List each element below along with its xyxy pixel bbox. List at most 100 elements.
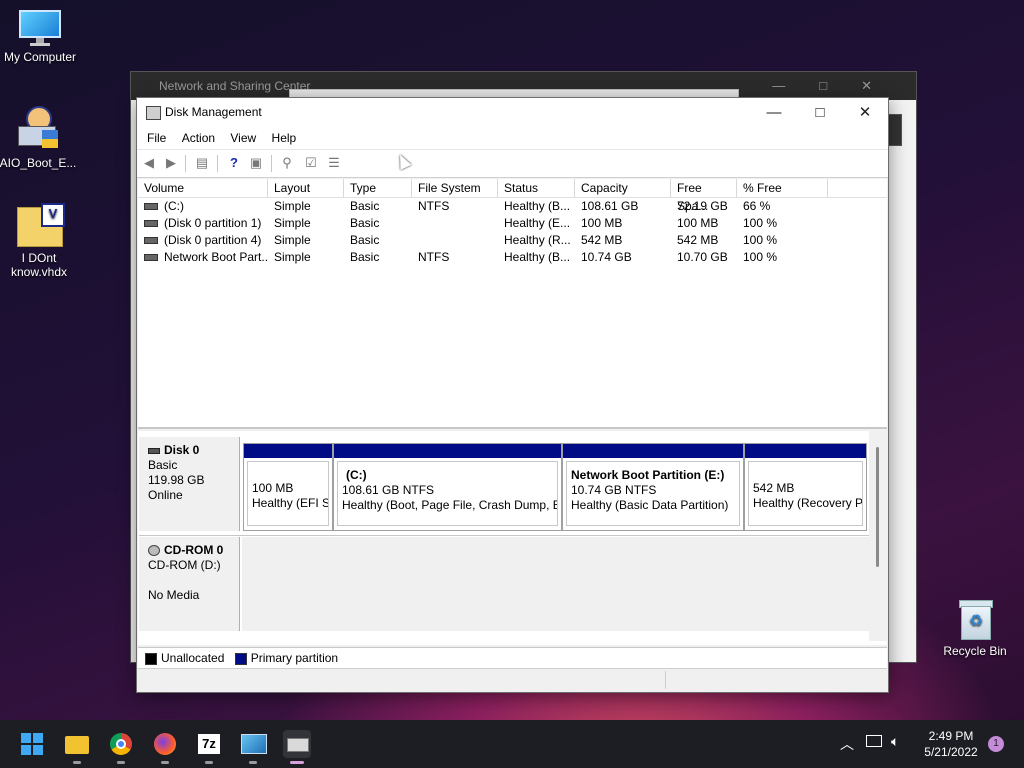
cell-text: 100 %	[743, 216, 778, 230]
cell-text: 542 MB	[677, 233, 719, 247]
column-header-file-system[interactable]: File System	[412, 179, 498, 197]
partition-status: Healthy (Basic Data Partition)	[571, 498, 729, 512]
cdrom-0-drive: CD-ROM (D:)	[148, 558, 221, 572]
graph-vertical-scrollbar[interactable]	[869, 431, 887, 641]
disk-management-icon[interactable]	[283, 730, 311, 758]
7zip-icon[interactable]: 7z	[195, 730, 223, 758]
connect-icon[interactable]: ⚲	[279, 155, 295, 171]
scrollbar-thumb[interactable]	[876, 447, 879, 567]
show-hide-console-tree-icon[interactable]: ▤	[194, 155, 210, 171]
start-icon[interactable]	[18, 730, 46, 758]
menu-file[interactable]: File	[141, 127, 172, 145]
status-bar-pane	[138, 671, 666, 689]
cell-free-space: 10.70 GB	[671, 249, 737, 266]
primary-partition-band	[334, 444, 561, 458]
background-window-controls[interactable]: —□✕	[772, 72, 906, 100]
cell-text: Simple	[274, 216, 311, 230]
cell-status: Healthy (B...	[498, 198, 575, 215]
cell-volume: Network Boot Part...	[138, 249, 268, 266]
control-panel-icon[interactable]	[239, 730, 267, 758]
cell-text: NTFS	[418, 199, 450, 213]
cell-free-space: 100 MB	[671, 215, 737, 232]
minimize-button[interactable]: —	[751, 98, 797, 127]
help-icon[interactable]: ?	[226, 155, 242, 171]
column-header-type[interactable]: Type	[344, 179, 412, 197]
settings-list-icon[interactable]: ☰	[326, 155, 342, 171]
column-header-percent-free[interactable]: % Free	[737, 179, 828, 197]
checklist-icon[interactable]: ☑	[303, 155, 319, 171]
column-header-free-space[interactable]: Free Spa...	[671, 179, 737, 213]
volume-list-header: Volume Layout Type File System Status Ca…	[138, 179, 887, 213]
menu-action[interactable]: Action	[176, 127, 221, 145]
menu-help[interactable]: Help	[266, 127, 303, 145]
notification-badge[interactable]: 1	[988, 736, 1004, 752]
disk-0-label[interactable]: Disk 0 Basic 119.98 GB Online	[139, 437, 240, 531]
disk-0-size: 119.98 GB	[148, 473, 205, 487]
volume-rows: (C:) Simple Basic NTFS Healthy (B... 108.61 G…	[138, 198, 887, 266]
cell-file-system: NTFS	[412, 249, 498, 266]
partition-recovery[interactable]: 542 MB Healthy (Recovery Pa	[744, 443, 867, 531]
maximize-button[interactable]: □	[797, 98, 843, 127]
cell-text: Healthy (R...	[504, 233, 571, 247]
cdrom-0-label[interactable]: CD-ROM 0 CD-ROM (D:) No Media	[139, 537, 240, 631]
partition-size: 10.74 GB NTFS	[571, 483, 657, 497]
cell-free-space: 542 MB	[671, 232, 737, 249]
recycle-bin-icon: ♻	[957, 598, 993, 640]
volume-icon[interactable]: 🔈︎	[891, 733, 899, 750]
partition-c[interactable]: (C:) 108.61 GB NTFS Healthy (Boot, Page …	[333, 443, 562, 531]
cell-text: Network Boot Part...	[164, 250, 268, 264]
menu-bar: File Action View Help	[137, 127, 888, 149]
primary-partition-band	[563, 444, 743, 458]
cell-status: Healthy (B...	[498, 249, 575, 266]
desktop-icon-aio-boot[interactable]: AIO_Boot_E...	[0, 106, 78, 170]
desktop-icon-my-computer[interactable]: My Computer	[0, 10, 80, 64]
show-hidden-icons-chevron-icon[interactable]: ︿	[840, 734, 854, 754]
toolbar: ◀ ▶ ▤ ? ▣ ⚲ ☑ ☰	[137, 149, 888, 178]
firefox-icon[interactable]	[151, 730, 179, 758]
cell-percent-free: 66 %	[737, 198, 828, 215]
table-row[interactable]: (Disk 0 partition 4) Simple Basic Healthy (…	[138, 232, 887, 249]
title-bar[interactable]: Disk Management — □ ✕	[137, 98, 888, 127]
disk-management-window[interactable]: Disk Management — □ ✕ File Action View H…	[136, 97, 889, 693]
file-explorer-icon[interactable]	[63, 730, 91, 758]
partition-efi-details: 100 MB Healthy (EFI Sy	[247, 461, 329, 526]
column-header-layout[interactable]: Layout	[268, 179, 344, 197]
volume-icon	[144, 254, 158, 262]
back-arrow-icon[interactable]: ◀	[141, 155, 157, 171]
cell-layout: Simple	[268, 232, 344, 249]
close-button[interactable]: ✕	[842, 98, 888, 127]
cell-text: Simple	[274, 233, 311, 247]
notification-count: 1	[993, 738, 999, 749]
table-row[interactable]: Network Boot Part... Simple Basic NTFS Healt…	[138, 249, 887, 266]
partition-network-boot[interactable]: Network Boot Partition (E:) 10.74 GB NTF…	[562, 443, 744, 531]
column-header-volume[interactable]: Volume	[138, 179, 268, 197]
desktop-icon-label: AIO_Boot_E...	[0, 156, 77, 170]
partition-efi[interactable]: 100 MB Healthy (EFI Sy	[243, 443, 333, 531]
toolbar-separator	[217, 155, 218, 172]
disk-row-divider	[139, 535, 869, 536]
cell-text: Healthy (B...	[504, 250, 571, 264]
network-sharing-center-title: Network and Sharing Center	[159, 79, 311, 93]
column-header-capacity[interactable]: Capacity	[575, 179, 671, 197]
legend-unallocated: Unallocated	[161, 651, 225, 665]
desktop-icon-recycle-bin[interactable]: ♻ Recycle Bin	[935, 598, 1015, 658]
primary-partition-band	[244, 444, 332, 458]
toolbar-separator	[271, 155, 272, 172]
cell-text: 100 %	[743, 233, 778, 247]
cell-status: Healthy (R...	[498, 232, 575, 249]
desktop-icon-vhdx-file[interactable]: V I DOnt know.vhdx	[0, 203, 79, 279]
cdrom-0-area	[242, 537, 869, 631]
properties-icon[interactable]: ▣	[248, 155, 264, 171]
table-row[interactable]: (Disk 0 partition 1) Simple Basic Healthy (…	[138, 215, 887, 232]
column-header-status[interactable]: Status	[498, 179, 575, 197]
clock[interactable]: 2:49 PM 5/21/2022	[918, 728, 984, 760]
menu-view[interactable]: View	[224, 127, 262, 145]
forward-arrow-icon[interactable]: ▶	[163, 155, 179, 171]
table-row[interactable]: (C:) Simple Basic NTFS Healthy (B... 108.61 G…	[138, 198, 887, 215]
disk-0-name: Disk 0	[164, 443, 200, 457]
cell-type: Basic	[344, 198, 412, 215]
cell-text: (Disk 0 partition 4)	[164, 233, 262, 247]
chrome-icon[interactable]	[107, 730, 135, 758]
network-icon[interactable]	[866, 735, 882, 747]
cell-layout: Simple	[268, 215, 344, 232]
